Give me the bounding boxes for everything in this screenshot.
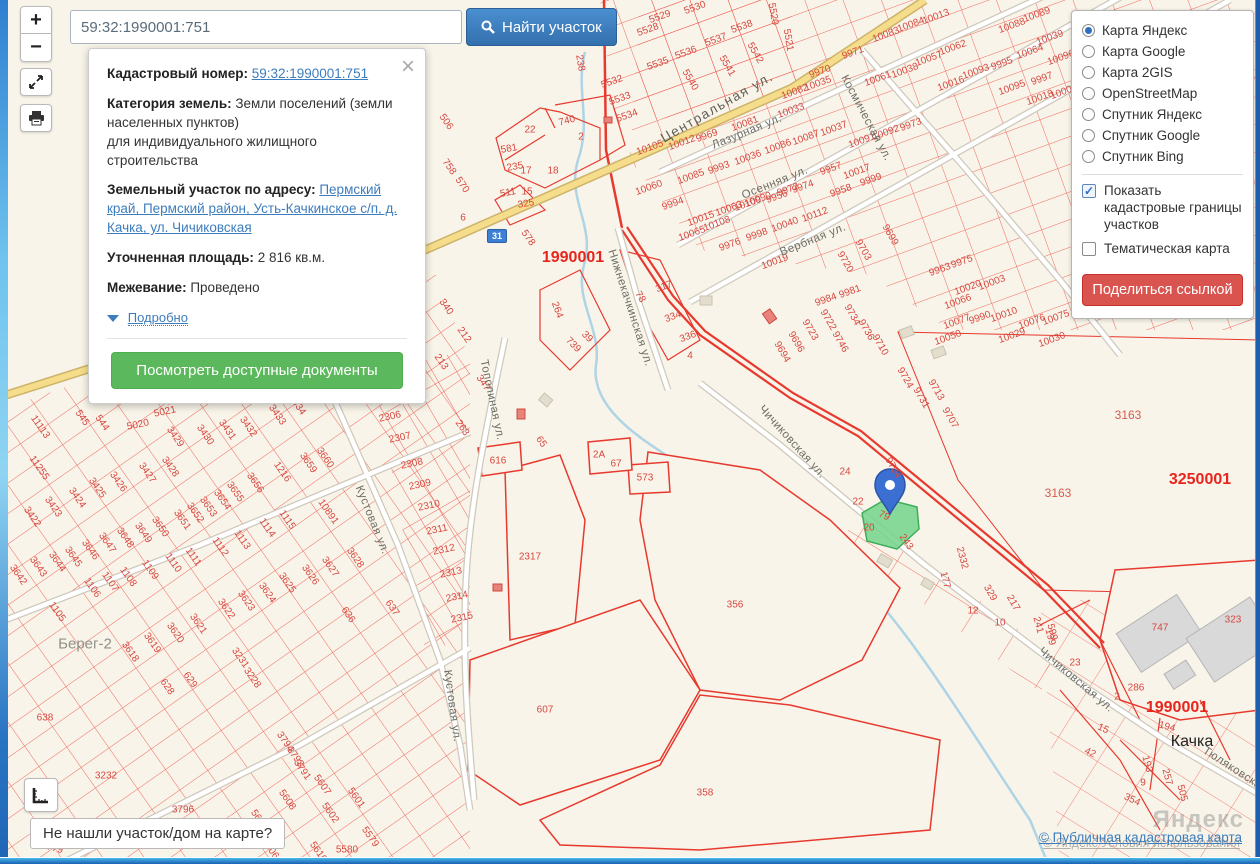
land-category-row: Категория земель: Земли поселений (земли…: [107, 95, 407, 171]
chevron-down-icon: [107, 314, 119, 322]
area-label: Уточненная площадь:: [107, 250, 254, 266]
window-edge-left: [0, 0, 8, 864]
radio-icon[interactable]: [1082, 108, 1095, 121]
parcel-info-popup: × Кадастровый номер: 59:32:1990001:751 К…: [88, 48, 426, 404]
basemap-option[interactable]: Спутник Bing: [1082, 146, 1243, 167]
measure-button[interactable]: [24, 778, 58, 812]
radio-icon[interactable]: [1082, 150, 1095, 163]
survey-label: Межевание:: [107, 280, 187, 296]
basemap-option-label: Спутник Яндекс: [1102, 107, 1203, 122]
thematic-map-checkbox-row[interactable]: Тематическая карта: [1082, 241, 1243, 258]
window-edge-bottom: [0, 857, 1260, 864]
radio-icon[interactable]: [1082, 129, 1095, 142]
search-input[interactable]: [70, 10, 462, 44]
checkbox-unchecked-icon[interactable]: [1082, 241, 1096, 256]
printer-icon: [28, 110, 44, 125]
basemap-option[interactable]: Карта 2GIS: [1082, 62, 1243, 83]
checkbox-checked-icon[interactable]: [1082, 184, 1096, 198]
basemap-option[interactable]: Карта Google: [1082, 41, 1243, 62]
thematic-map-label: Тематическая карта: [1104, 240, 1230, 256]
details-row: Подробно: [107, 309, 407, 328]
radio-icon[interactable]: [1082, 87, 1095, 100]
basemap-option-label: Спутник Google: [1102, 128, 1201, 143]
details-link[interactable]: Подробно: [127, 309, 188, 326]
panel-divider: [1082, 174, 1243, 175]
survey-row: Межевание: Проведено: [107, 279, 407, 298]
expand-icon: [29, 75, 43, 89]
survey-value: Проведено: [190, 280, 260, 296]
cadastral-borders-checkbox-row[interactable]: Показать кадастровые границы участков: [1082, 183, 1243, 234]
share-link-button[interactable]: Поделиться ссылкой: [1082, 273, 1243, 306]
radio-icon[interactable]: [1082, 66, 1095, 79]
basemap-option[interactable]: OpenStreetMap: [1082, 83, 1243, 104]
ruler-icon: [32, 788, 48, 804]
cadastral-number-link[interactable]: 59:32:1990001:751: [252, 66, 368, 81]
layers-panel: Карта Яндекс Карта Google Карта 2GIS OpenSt…: [1071, 10, 1254, 319]
address-label: Земельный участок по адресу:: [107, 182, 316, 198]
not-found-bar[interactable]: Не нашли участок/дом на карте?: [30, 818, 286, 849]
basemap-option-label: Карта Яндекс: [1102, 23, 1188, 38]
zoom-out-button[interactable]: −: [20, 34, 52, 62]
land-category-label: Категория земель:: [107, 95, 232, 111]
zoom-in-button[interactable]: +: [20, 6, 52, 34]
address-row: Земельный участок по адресу: Пермский кр…: [107, 181, 407, 238]
view-documents-button[interactable]: Посмотреть доступные документы: [111, 351, 403, 389]
attribution-link[interactable]: © Публичная кадастровая карта: [1039, 830, 1242, 845]
print-button[interactable]: [20, 104, 52, 132]
cadastral-number-row: Кадастровый номер: 59:32:1990001:751: [107, 65, 407, 84]
radio-icon[interactable]: [1082, 45, 1095, 58]
cadastral-map-app: 5529 5530 5537 5538 5535 5536 5540 5541 5542 5520…: [0, 0, 1260, 864]
search-button-label: Найти участок: [502, 18, 602, 36]
radio-selected-icon[interactable]: [1082, 24, 1095, 37]
basemap-options: Карта Яндекс Карта Google Карта 2GIS OpenSt…: [1082, 20, 1243, 167]
land-category-value2: для индивидуального жилищного строительс…: [107, 133, 317, 168]
area-value: 2 816 кв.м.: [257, 250, 326, 266]
window-edge-right: [1255, 0, 1260, 864]
basemap-option[interactable]: Карта Яндекс: [1082, 20, 1243, 41]
basemap-option-label: Карта 2GIS: [1102, 65, 1173, 80]
basemap-option[interactable]: Спутник Яндекс: [1082, 104, 1243, 125]
basemap-option-label: Карта Google: [1102, 44, 1186, 59]
fullscreen-button[interactable]: [20, 68, 52, 96]
not-found-label: Не нашли участок/дом на карте?: [43, 825, 273, 842]
documents-section: Посмотреть доступные документы: [107, 337, 407, 389]
cadastral-borders-label: Показать кадастровые границы участков: [1104, 183, 1242, 232]
basemap-option[interactable]: Спутник Google: [1082, 125, 1243, 146]
area-row: Уточненная площадь: 2 816 кв.м.: [107, 249, 407, 268]
basemap-option-label: Спутник Bing: [1102, 149, 1184, 164]
cadastral-number-label: Кадастровый номер:: [107, 66, 248, 81]
basemap-option-label: OpenStreetMap: [1102, 86, 1198, 101]
close-icon[interactable]: ×: [401, 55, 415, 79]
search-icon: [481, 20, 495, 34]
search-button[interactable]: Найти участок: [466, 8, 617, 46]
